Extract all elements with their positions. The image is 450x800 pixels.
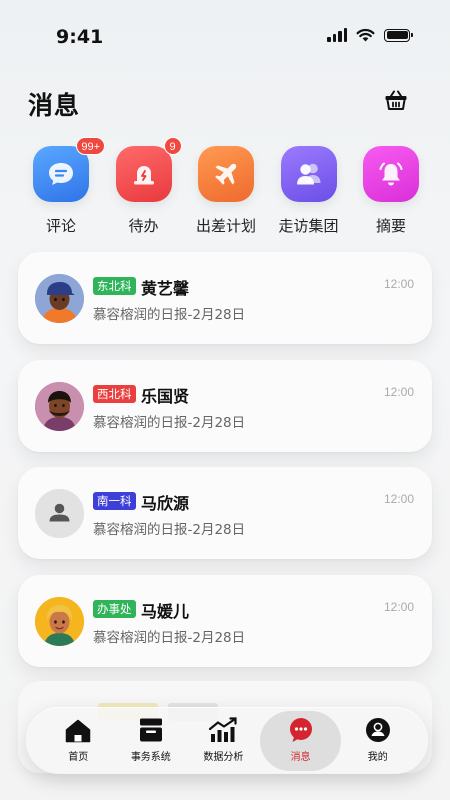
- avatar-bearded-man: [35, 381, 84, 431]
- signal-icon: [327, 28, 347, 42]
- message-preview: 慕容榕润的日报-2月28日: [93, 522, 246, 538]
- message-list: 东北科 黄艺馨 慕容榕润的日报-2月28日 12:00 西北科 乐国贤 慕容榕润…: [18, 252, 432, 682]
- inbox-tray-icon: [139, 718, 162, 741]
- message-preview: 慕容榕润的日报-2月28日: [93, 629, 246, 646]
- nav-profile[interactable]: 我的: [341, 711, 414, 771]
- sender-name: 马媛儿: [141, 601, 190, 621]
- message-preview: 慕容榕润的日报-2月28日: [93, 414, 246, 431]
- message-item[interactable]: 办事处 马媛儿 慕容榕润的日报-2月28日 12:00: [18, 574, 432, 667]
- sender-name: 黄艺馨: [141, 279, 190, 298]
- quick-actions: 99+ 评论 9 待办 出差计划 走访集团 摘要: [22, 137, 430, 236]
- todo-alarm-icon: [133, 166, 154, 185]
- status-time: 9:41: [56, 26, 104, 48]
- status-icons: [327, 28, 413, 42]
- sender-name: 乐国贤: [141, 386, 190, 406]
- message-time: 12:00: [383, 384, 414, 399]
- nav-label: 消息: [290, 751, 311, 763]
- comment-bubble-icon: [49, 163, 73, 185]
- status-bar: 9:41: [0, 0, 450, 70]
- count-badge: 99+: [76, 137, 105, 155]
- profile-icon: [365, 717, 390, 742]
- quick-action-comments[interactable]: 99+ 评论: [22, 137, 105, 236]
- nav-messages[interactable]: 消息: [259, 710, 342, 771]
- department-tag: 西北科: [93, 384, 136, 403]
- avatar: [35, 381, 84, 431]
- nav-data-analysis[interactable]: 数据分析: [187, 711, 260, 771]
- quick-icon-box: [198, 146, 254, 202]
- message-dots-icon: [289, 717, 312, 742]
- quick-icon-box: [363, 146, 419, 202]
- nav-label: 我的: [367, 751, 388, 763]
- avatar: [35, 489, 84, 538]
- quick-action-label: 摘要: [375, 217, 406, 235]
- quick-action-label: 评论: [45, 217, 76, 235]
- nav-affairs[interactable]: 事务系统: [115, 711, 188, 771]
- quick-icon-box: 99+: [33, 137, 105, 202]
- quick-icon-box: [280, 146, 337, 202]
- message-time: 12:00: [383, 599, 414, 614]
- nav-label: 首页: [68, 751, 89, 763]
- avatar-cap-man: [35, 274, 84, 323]
- battery-icon: [384, 28, 413, 42]
- department-tag: 南一科: [93, 492, 136, 510]
- airplane-icon: [215, 163, 237, 185]
- bell-icon: [379, 162, 403, 186]
- chart-icon: [209, 716, 237, 742]
- quick-icon-box: 9: [115, 137, 182, 202]
- message-item[interactable]: 西北科 乐国贤 慕容榕润的日报-2月28日 12:00: [18, 359, 432, 452]
- quick-action-todo[interactable]: 9 待办: [105, 137, 183, 236]
- page-title: 消息: [28, 91, 81, 120]
- quick-action-label: 出差计划: [195, 217, 256, 235]
- nav-home[interactable]: 首页: [42, 711, 115, 771]
- count-badge: 9: [163, 137, 182, 155]
- department-tag: 办事处: [93, 599, 136, 618]
- quick-action-travel-plan[interactable]: 出差计划: [187, 146, 265, 236]
- avatar-blond-girl: [35, 596, 84, 646]
- home-icon: [66, 719, 91, 742]
- quick-action-summary[interactable]: 摘要: [352, 146, 430, 236]
- wifi-icon: [356, 28, 375, 42]
- message-time: 12:00: [383, 277, 414, 291]
- nav-label: 事务系统: [130, 751, 171, 763]
- message-time: 12:00: [383, 492, 414, 506]
- message-item[interactable]: 东北科 黄艺馨 慕容榕润的日报-2月28日 12:00: [18, 252, 432, 344]
- avatar: [35, 596, 84, 646]
- default-user-icon: [35, 489, 84, 538]
- department-tag: 东北科: [93, 277, 136, 295]
- basket-icon[interactable]: [384, 89, 408, 111]
- bottom-nav: 首页 事务系统 数据分析 消息 我的: [26, 707, 428, 774]
- people-group-icon: [296, 163, 320, 185]
- message-preview: 慕容榕润的日报-2月28日: [93, 307, 246, 323]
- nav-label: 数据分析: [203, 751, 244, 763]
- quick-action-label: 待办: [128, 217, 159, 235]
- avatar: [35, 274, 84, 323]
- sender-name: 马欣源: [141, 494, 190, 513]
- message-item[interactable]: 南一科 马欣源 慕容榕润的日报-2月28日 12:00: [18, 467, 432, 559]
- quick-action-visit-group[interactable]: 走访集团: [270, 146, 348, 236]
- quick-action-label: 走访集团: [278, 217, 339, 235]
